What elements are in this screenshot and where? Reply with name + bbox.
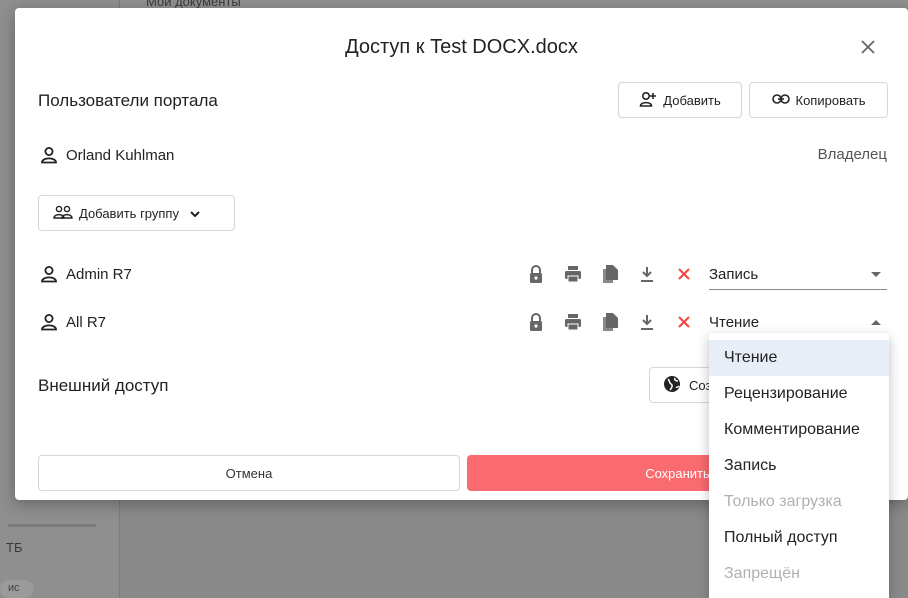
- access-dropdown-menu: Чтение Рецензирование Комментирование За…: [709, 333, 889, 598]
- background-divider: [8, 524, 96, 527]
- menu-item-review[interactable]: Рецензирование: [709, 376, 889, 412]
- owner-row: Orland Kuhlman: [40, 146, 174, 164]
- add-person-icon: [639, 91, 657, 110]
- background-pill: ис: [0, 580, 34, 598]
- print-icon[interactable]: [563, 312, 583, 332]
- add-button-label: Добавить: [663, 92, 721, 108]
- link-icon: [771, 93, 790, 108]
- copy-icon[interactable]: [600, 312, 620, 332]
- chevron-down-icon: [189, 206, 201, 221]
- lock-icon[interactable]: [526, 312, 546, 332]
- person-icon: [40, 313, 58, 331]
- background-topbar: [0, 0, 908, 8]
- download-icon[interactable]: [637, 312, 657, 332]
- permission-icons: [526, 264, 694, 284]
- person-icon: [40, 265, 58, 283]
- globe-icon: [663, 375, 681, 396]
- owner-name: Orland Kuhlman: [66, 146, 175, 164]
- portal-users-title: Пользователи портала: [38, 91, 218, 110]
- copy-icon[interactable]: [600, 264, 620, 284]
- menu-item-full-access[interactable]: Полный доступ: [709, 520, 889, 556]
- delete-icon[interactable]: [674, 312, 694, 332]
- menu-item-denied: Запрещён: [724, 565, 800, 582]
- copy-button-label: Копировать: [795, 92, 866, 108]
- add-user-button[interactable]: Добавить: [618, 82, 742, 118]
- user-name: Admin R7: [66, 265, 132, 283]
- background-sidebar-label: ТБ: [6, 540, 23, 555]
- menu-item-read[interactable]: Чтение: [709, 340, 889, 376]
- user-name: All R7: [66, 313, 107, 331]
- close-icon[interactable]: [857, 36, 879, 58]
- permission-icons: [526, 312, 694, 332]
- copy-link-button[interactable]: Копировать: [749, 82, 888, 118]
- caret-down-icon: [871, 272, 881, 277]
- owner-role: Владелец: [817, 146, 887, 163]
- menu-item-write[interactable]: Запись: [709, 448, 889, 484]
- user-row: All R7: [40, 313, 106, 331]
- access-select[interactable]: Запись: [709, 262, 887, 290]
- access-select-value: Запись: [709, 266, 759, 283]
- add-group-label: Добавить группу: [79, 205, 179, 221]
- person-icon: [40, 146, 58, 164]
- download-icon[interactable]: [637, 264, 657, 284]
- external-access-title: Внешний доступ: [38, 376, 169, 395]
- group-icon: [53, 205, 73, 222]
- lock-icon[interactable]: [526, 264, 546, 284]
- access-select-value: Чтение: [709, 314, 760, 331]
- menu-item-upload-only: Только загрузка: [724, 493, 842, 510]
- add-group-button[interactable]: Добавить группу: [38, 195, 235, 231]
- delete-icon[interactable]: [674, 264, 694, 284]
- print-icon[interactable]: [563, 264, 583, 284]
- caret-up-icon: [871, 320, 881, 325]
- user-row: Admin R7: [40, 265, 132, 283]
- dialog-title: Доступ к Test DOCX.docx: [345, 36, 578, 58]
- cancel-button[interactable]: Отмена: [38, 455, 460, 491]
- menu-item-comment[interactable]: Комментирование: [709, 412, 889, 448]
